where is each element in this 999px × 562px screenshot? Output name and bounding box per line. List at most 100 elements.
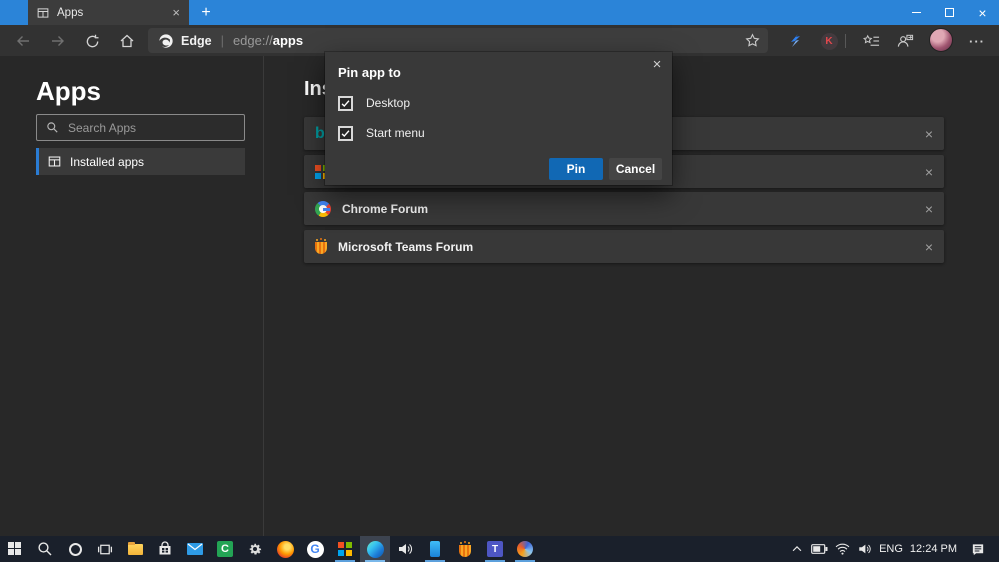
- windows-logo-icon: [8, 542, 22, 556]
- profile-avatar[interactable]: [929, 28, 953, 52]
- swirl-app-button[interactable]: [510, 536, 540, 562]
- bing-icon: b: [315, 126, 325, 142]
- swirl-app-icon: [517, 541, 533, 557]
- checkbox-label: Desktop: [366, 96, 410, 110]
- refresh-button[interactable]: [83, 32, 101, 50]
- dialog-title: Pin app to: [338, 65, 401, 80]
- remove-app-icon[interactable]: ×: [925, 165, 933, 179]
- firefox-icon: [277, 541, 294, 558]
- battery-icon[interactable]: [811, 543, 828, 555]
- pin-app-dialog: Pin app to × Desktop Start menu Pin Canc…: [325, 52, 672, 185]
- file-explorer-button[interactable]: [120, 536, 150, 562]
- gear-icon: [247, 541, 263, 557]
- extension-lightning-icon[interactable]: [786, 32, 804, 50]
- toolbar-divider: [845, 34, 846, 48]
- system-tray: ENG 12:24 PM: [790, 536, 999, 562]
- remove-app-icon[interactable]: ×: [925, 202, 933, 216]
- microsoft-icon: [338, 542, 352, 556]
- page-title: Apps: [36, 76, 101, 107]
- search-icon: [37, 541, 53, 557]
- app-label: Microsoft Teams Forum: [338, 240, 473, 254]
- app-row-teams-forum[interactable]: Microsoft Teams Forum ×: [304, 230, 944, 263]
- extension-k-icon[interactable]: K: [820, 32, 838, 50]
- feedback-person-icon[interactable]: [896, 32, 914, 50]
- minimize-button[interactable]: [900, 0, 933, 25]
- mail-button[interactable]: [180, 536, 210, 562]
- microsoft-store-button[interactable]: [150, 536, 180, 562]
- k-badge: K: [821, 33, 838, 50]
- maximize-icon: [945, 8, 954, 17]
- language-indicator[interactable]: ENG: [879, 543, 903, 555]
- brazier-icon: [459, 545, 471, 557]
- google-button[interactable]: G: [300, 536, 330, 562]
- back-button[interactable]: [14, 32, 32, 50]
- sidebar-item-installed-apps[interactable]: Installed apps: [36, 148, 245, 175]
- address-bar[interactable]: Edge | edge://apps: [148, 28, 768, 53]
- url-divider: |: [221, 33, 224, 48]
- close-window-button[interactable]: ×: [966, 0, 999, 25]
- taskbar-search-button[interactable]: [30, 536, 60, 562]
- google-g-icon: G: [307, 541, 324, 558]
- tray-chevron-up-icon[interactable]: [790, 542, 804, 556]
- remove-app-icon[interactable]: ×: [925, 240, 933, 254]
- tray-volume-icon[interactable]: [857, 542, 872, 556]
- brazier-icon: [315, 242, 327, 254]
- window-controls: ×: [900, 0, 999, 25]
- settings-button[interactable]: [240, 536, 270, 562]
- start-menu-checkbox[interactable]: [338, 126, 353, 141]
- edge-icon: [367, 541, 384, 558]
- new-tab-button[interactable]: +: [196, 2, 216, 23]
- app-label: Chrome Forum: [342, 202, 428, 216]
- search-apps-input[interactable]: [68, 121, 235, 135]
- task-view-button[interactable]: [90, 536, 120, 562]
- teams-button[interactable]: T: [480, 536, 510, 562]
- sidebar-item-label: Installed apps: [70, 155, 144, 169]
- brazier-app-button[interactable]: [450, 536, 480, 562]
- start-button[interactable]: [0, 536, 30, 562]
- store-bag-icon: [157, 541, 173, 557]
- option-desktop: Desktop: [338, 94, 410, 112]
- clock[interactable]: 12:24 PM: [910, 543, 957, 555]
- site-brand-label: Edge: [181, 34, 212, 48]
- checkbox-label: Start menu: [366, 126, 425, 140]
- close-icon: ×: [978, 6, 986, 20]
- search-apps-box[interactable]: [36, 114, 245, 141]
- pin-button[interactable]: Pin: [549, 158, 603, 180]
- action-center-icon[interactable]: [970, 542, 986, 557]
- firefox-button[interactable]: [270, 536, 300, 562]
- edge-taskbar-button[interactable]: [360, 536, 390, 562]
- microsoft-app-button[interactable]: [330, 536, 360, 562]
- favorite-star-icon[interactable]: [745, 33, 760, 48]
- tab-close-icon[interactable]: ×: [172, 6, 180, 19]
- settings-menu-button[interactable]: ···: [965, 32, 989, 50]
- favorites-list-icon[interactable]: [862, 32, 880, 50]
- green-c-app-button[interactable]: C: [210, 536, 240, 562]
- folder-icon: [128, 544, 143, 555]
- title-bar: Apps × + ×: [0, 0, 999, 25]
- phone-icon: [430, 541, 440, 557]
- app-row-chrome-forum[interactable]: Chrome Forum ×: [304, 192, 944, 225]
- desktop-checkbox[interactable]: [338, 96, 353, 111]
- option-start-menu: Start menu: [338, 124, 425, 142]
- your-phone-button[interactable]: [420, 536, 450, 562]
- edge-logo-icon: [158, 33, 174, 49]
- forward-button[interactable]: [49, 32, 67, 50]
- tab-title: Apps: [57, 7, 164, 19]
- remove-app-icon[interactable]: ×: [925, 127, 933, 141]
- dialog-close-icon[interactable]: ×: [648, 55, 666, 73]
- google-icon: [315, 201, 331, 217]
- teams-icon: T: [487, 541, 503, 557]
- green-c-icon: C: [217, 541, 233, 557]
- home-button[interactable]: [118, 32, 136, 50]
- maximize-button[interactable]: [933, 0, 966, 25]
- wifi-icon[interactable]: [835, 543, 850, 555]
- apps-grid-icon: [37, 7, 49, 19]
- browser-tab-apps[interactable]: Apps ×: [28, 0, 189, 25]
- sidebar: Apps Installed apps: [0, 56, 264, 536]
- minimize-icon: [912, 12, 921, 13]
- cortana-button[interactable]: [60, 536, 90, 562]
- volume-app-button[interactable]: [390, 536, 420, 562]
- url-host: apps: [273, 33, 303, 48]
- cancel-button[interactable]: Cancel: [609, 158, 662, 180]
- speaker-icon: [397, 541, 413, 557]
